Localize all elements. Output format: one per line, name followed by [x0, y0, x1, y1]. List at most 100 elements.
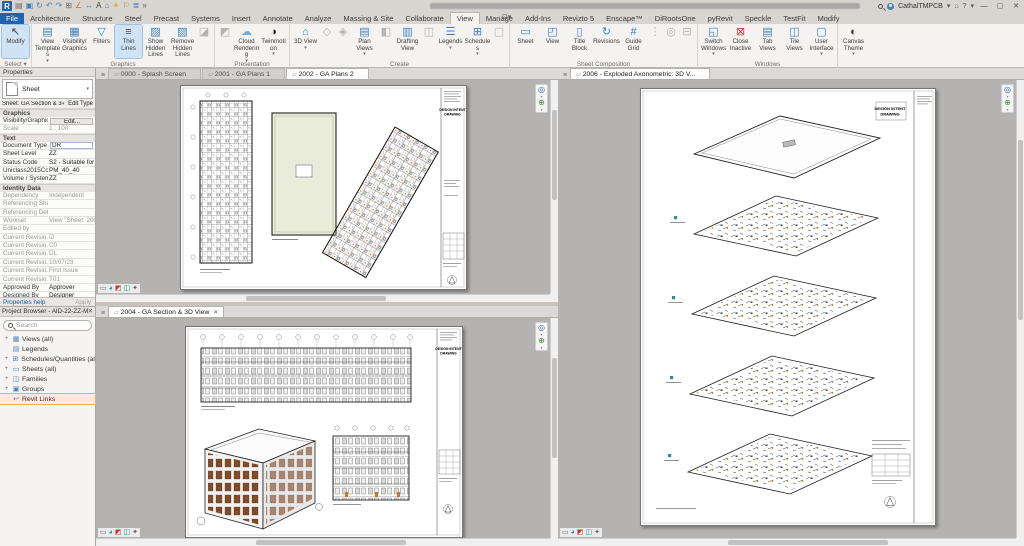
- ribbon-tab[interactable]: Structure: [76, 13, 118, 24]
- ribbon-tab[interactable]: Insert: [226, 13, 257, 24]
- browser-schedules[interactable]: + ⊞ Schedules/Quantities (all): [0, 354, 95, 364]
- reveal-hidden-icon[interactable]: ✦: [132, 284, 138, 293]
- user-avatar[interactable]: [887, 3, 894, 10]
- sheet-view-exploded-axonometric[interactable]: DESIGN INTENT DRAWING ◎ ▾ ⊕ ▾ ▭: [558, 80, 1024, 546]
- property-row[interactable]: Current Revisio... 10/07/23: [0, 259, 95, 267]
- cut-profile-button[interactable]: ◪ Cut Profile ▾: [196, 25, 212, 58]
- horizontal-scrollbar[interactable]: [558, 538, 1016, 546]
- sun-settings-icon[interactable]: ☀: [112, 1, 119, 11]
- chevron-down-icon[interactable]: ▾: [540, 346, 542, 349]
- username[interactable]: CathalTMPCB: [898, 3, 943, 10]
- ribbon-tab[interactable]: File: [0, 13, 24, 24]
- chevron-down-icon[interactable]: ▾: [540, 108, 542, 111]
- tab-list-icon[interactable]: ≡: [98, 310, 108, 317]
- title-block-button[interactable]: ▯ Title Block ▾: [566, 25, 593, 58]
- open-icon[interactable]: ▤: [15, 1, 23, 11]
- property-row[interactable]: Current Revisio... DL: [0, 250, 95, 258]
- property-row[interactable]: Scale 1 : 100: [0, 125, 95, 133]
- tile-views-button[interactable]: ◫ Tile Views ▾: [781, 25, 808, 58]
- sheet-button[interactable]: ▭ Sheet ▾: [512, 25, 539, 58]
- cloud-rendering-button[interactable]: ☁ Cloud Rendering ▾: [233, 25, 260, 63]
- detail-level-icon[interactable]: ◕: [109, 528, 113, 537]
- properties-title[interactable]: Properties: [0, 68, 95, 77]
- ribbon-tab[interactable]: Steel: [119, 13, 148, 24]
- view-tab[interactable]: ▱ 2006 - Exploded Axonometric: 3D V... ✕: [570, 68, 710, 79]
- ribbon-tab[interactable]: Annotate: [257, 13, 299, 24]
- restore-button[interactable]: ▢: [994, 2, 1006, 10]
- sheet-view-ga-plans-2[interactable]: DESIGN INTENT DRAWING ◎ ▾ ⊕ ▾ ▭ ◕ ◩: [96, 80, 558, 302]
- close-inactive-button[interactable]: ⊠ Close Inactive ▾: [727, 25, 754, 58]
- property-row[interactable]: Current Revisio... ☑: [0, 234, 95, 242]
- edit-type-button[interactable]: Edit Type: [68, 101, 93, 107]
- ribbon-tab[interactable]: Modify: [811, 13, 845, 24]
- vertical-scrollbar[interactable]: [550, 318, 558, 538]
- property-row[interactable]: Referencing Sheet: [0, 200, 95, 208]
- plan-views-button[interactable]: ▤ Plan Views ▾: [351, 25, 378, 58]
- browser-legends[interactable]: ▤ Legends: [0, 344, 95, 354]
- visibility-graphics-button[interactable]: ▦ Visibility/ Graphics ▾: [61, 25, 88, 58]
- zoom-icon[interactable]: ⊕: [538, 99, 545, 107]
- browser-groups[interactable]: + ▣ Groups: [0, 384, 95, 394]
- ribbon-tab[interactable]: Speckle: [739, 13, 778, 24]
- view-tab[interactable]: ▱ 2002 - GA Plans 2 ✕: [286, 68, 369, 79]
- tab-list-icon[interactable]: ≡: [98, 72, 108, 79]
- project-browser-title[interactable]: Project Browser - AID-22-ZZ-M3...: [2, 308, 88, 315]
- crop-view-icon[interactable]: ◫: [585, 528, 592, 537]
- dimension-icon[interactable]: ↔: [85, 1, 93, 11]
- ribbon-tab[interactable]: Systems: [185, 13, 226, 24]
- scale-icon[interactable]: ▭: [100, 528, 107, 537]
- visual-style-icon[interactable]: ◩: [115, 284, 122, 293]
- default-3d-view-icon[interactable]: ⌂: [104, 1, 109, 11]
- view-tab[interactable]: ▱ 2004 - GA Section & 3D View ✕: [108, 306, 224, 317]
- search-icon[interactable]: [878, 4, 883, 9]
- ribbon-tab[interactable]: View: [450, 12, 480, 24]
- undo-icon[interactable]: ↶: [46, 1, 53, 11]
- ribbon-tab[interactable]: Massing & Site: [337, 13, 399, 24]
- remove-hidden-lines-button[interactable]: ▧ Remove Hidden Lines ▾: [169, 25, 196, 63]
- crop-view-icon[interactable]: ◫: [123, 528, 130, 537]
- tag-icon[interactable]: ⚐: [122, 1, 129, 11]
- view-button[interactable]: ◰ View ▾: [539, 25, 566, 58]
- viewports-button[interactable]: ⊟ Viewports ▾: [679, 25, 695, 58]
- ribbon-tab[interactable]: DiRootsOne: [649, 13, 702, 24]
- detail-level-icon[interactable]: ◕: [571, 528, 575, 537]
- detail-level-icon[interactable]: ◕: [109, 284, 113, 293]
- ribbon-tab[interactable]: pyRevit: [702, 13, 739, 24]
- callout-button[interactable]: ◈ Callout ▾: [335, 25, 351, 58]
- measure-icon[interactable]: ∠: [75, 1, 82, 11]
- property-row[interactable]: Current Revisio... T01: [0, 276, 95, 284]
- app-icon[interactable]: R: [2, 1, 12, 11]
- close-button[interactable]: ✕: [1010, 2, 1022, 10]
- properties-help-link[interactable]: Properties help: [0, 299, 45, 306]
- property-row[interactable]: Current Revisio... First Issue: [0, 267, 95, 275]
- vertical-scrollbar[interactable]: [1016, 80, 1024, 538]
- ribbon-tab[interactable]: TestFit: [777, 13, 811, 24]
- redo-icon[interactable]: ↷: [56, 1, 63, 11]
- scope-box-button[interactable]: ▢ Scope Box ▾: [491, 25, 507, 58]
- 3d-view-button[interactable]: ⌂ 3D View ▾: [292, 25, 319, 58]
- user-caret-icon[interactable]: ▾: [947, 2, 951, 10]
- section-button[interactable]: ◇ Section ▾: [319, 25, 335, 58]
- help-icon[interactable]: ?: [963, 3, 967, 10]
- switch-windows-button[interactable]: ◱ Switch Windows ▾: [700, 25, 727, 58]
- property-row[interactable]: Status Code S2 - Suitable for I...: [0, 159, 95, 167]
- view-tab[interactable]: ▱ 2001 - GA Plans 1 ✕: [202, 68, 285, 79]
- section-identity-data[interactable]: Identity Data: [0, 184, 95, 192]
- ribbon-tab[interactable]: Add-Ins: [519, 13, 557, 24]
- steering-wheel-icon[interactable]: ◎: [538, 324, 545, 332]
- ribbon-tab[interactable]: Analyze: [299, 13, 338, 24]
- tab-list-icon[interactable]: ≡: [560, 72, 570, 79]
- steering-wheel-icon[interactable]: ◎: [1004, 86, 1011, 94]
- horizontal-scrollbar[interactable]: [96, 538, 550, 546]
- steering-wheel-icon[interactable]: ◎: [538, 86, 545, 94]
- type-selector[interactable]: Sheet ▾: [2, 79, 93, 99]
- canvas-theme-button[interactable]: ◐ Canvas Theme ▾: [840, 25, 867, 58]
- qat-customize-icon[interactable]: »: [142, 1, 146, 11]
- print-icon[interactable]: ⊞: [65, 1, 72, 11]
- guide-grid-button[interactable]: # Guide Grid ▾: [620, 25, 647, 58]
- scale-icon[interactable]: ▭: [100, 284, 107, 293]
- zoom-icon[interactable]: ⊕: [1004, 99, 1011, 107]
- ribbon-options-icon[interactable]: ⊡▾: [498, 13, 515, 21]
- ribbon-tab[interactable]: Architecture: [24, 13, 76, 24]
- section-graphics[interactable]: Graphics: [0, 109, 95, 117]
